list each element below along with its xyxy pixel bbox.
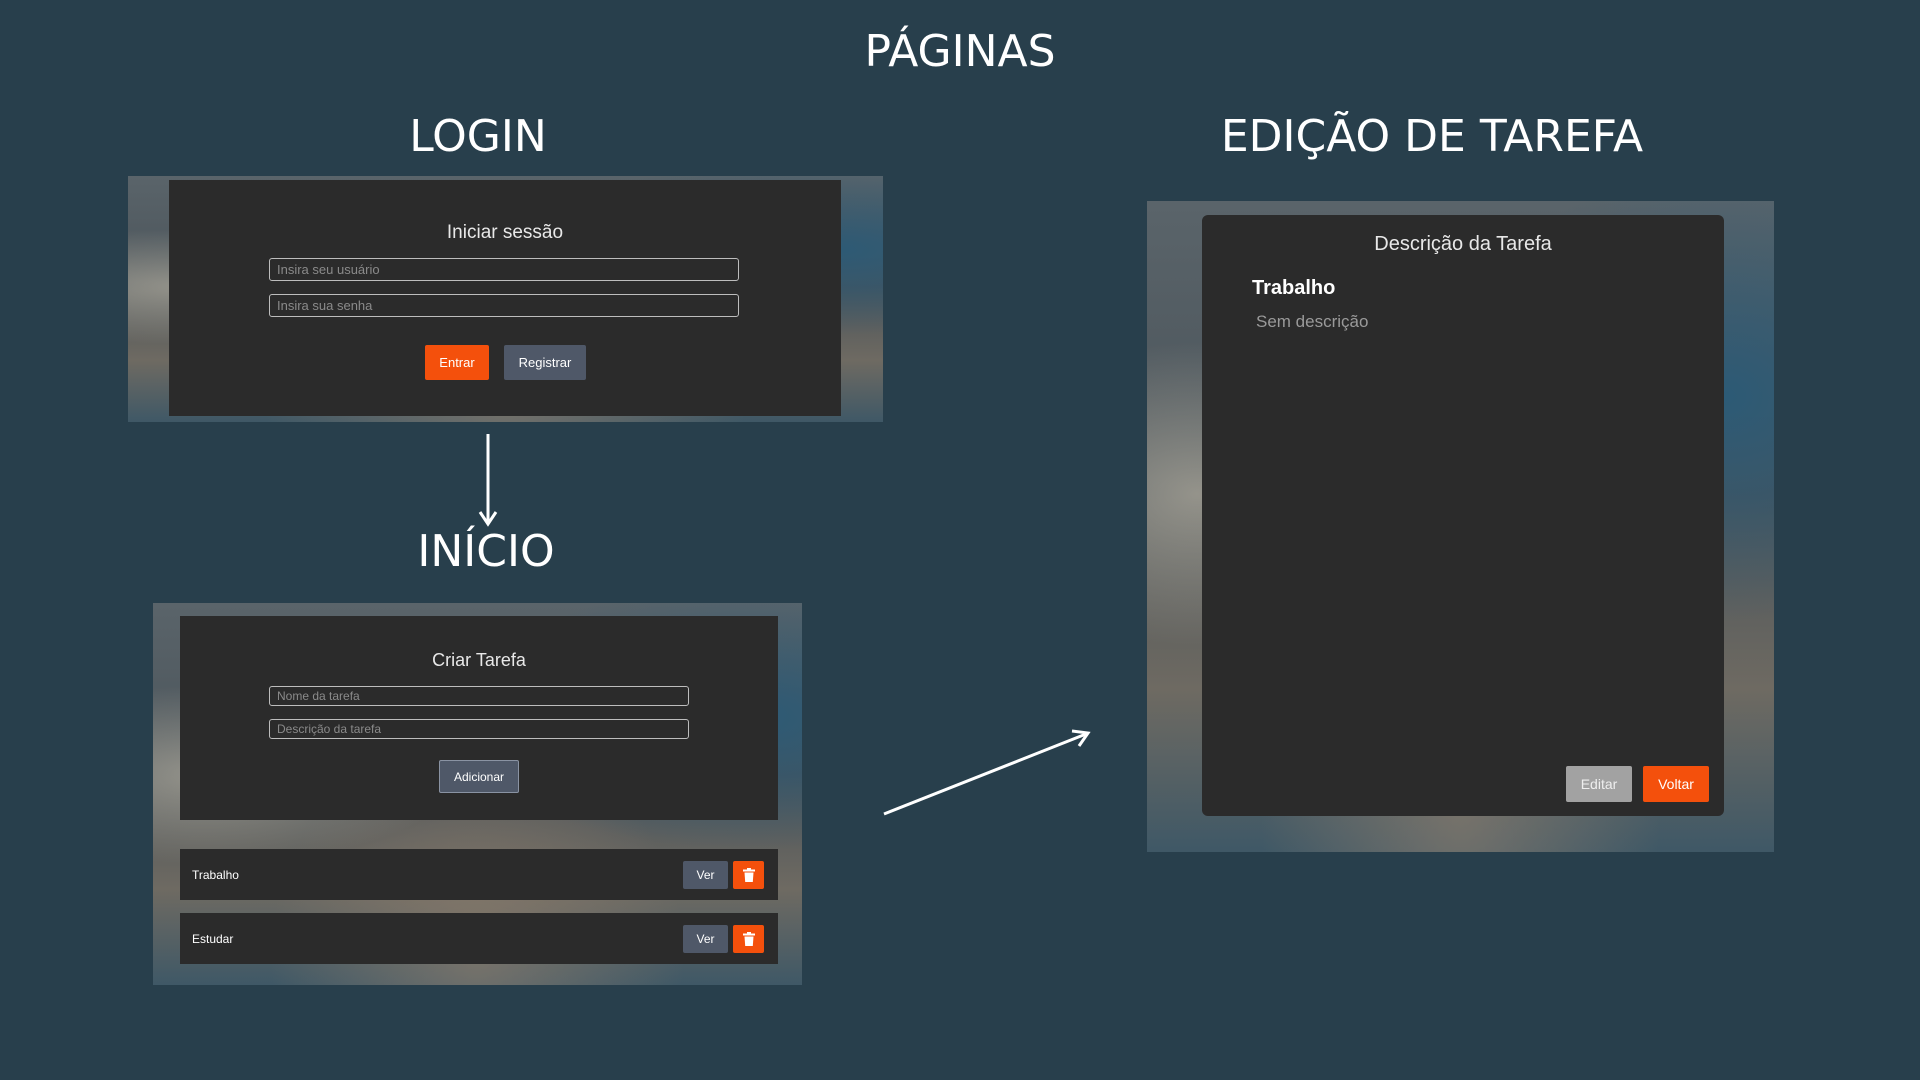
delete-task-button[interactable] bbox=[733, 861, 764, 889]
create-task-title: Criar Tarefa bbox=[432, 650, 526, 670]
pages-diagram: PÁGINAS LOGIN INÍCIO EDIÇÃO DE TAREFA In… bbox=[0, 0, 1920, 1080]
task-row-name: Estudar bbox=[192, 931, 234, 946]
home-screenshot: Criar Tarefa Nome da tarefa Descrição da… bbox=[153, 603, 802, 985]
password-input[interactable]: Insira sua senha bbox=[269, 294, 739, 317]
username-input[interactable]: Insira seu usuário bbox=[269, 258, 739, 281]
page-title: PÁGINAS bbox=[864, 26, 1056, 77]
task-description-text: Sem descrição bbox=[1256, 312, 1369, 331]
flow-arrow-diagonal bbox=[883, 729, 1091, 816]
delete-task-button[interactable] bbox=[733, 925, 764, 953]
task-title: Trabalho bbox=[1252, 277, 1336, 299]
add-task-button[interactable]: Adicionar bbox=[439, 760, 519, 793]
home-section-title: INÍCIO bbox=[417, 526, 555, 577]
task-name-input[interactable]: Nome da tarefa bbox=[269, 686, 689, 706]
login-card: Iniciar sessão Insira seu usuário Insira… bbox=[169, 180, 841, 416]
edit-screenshot: Descrição da Tarefa Trabalho Sem descriç… bbox=[1147, 201, 1774, 852]
view-task-button[interactable]: Ver bbox=[683, 861, 728, 889]
task-row: Estudar Ver bbox=[180, 913, 778, 964]
login-section-title: LOGIN bbox=[409, 111, 547, 162]
trash-icon bbox=[742, 932, 755, 946]
task-description-card: Descrição da Tarefa Trabalho Sem descriç… bbox=[1202, 215, 1724, 816]
task-row: Trabalho Ver bbox=[180, 849, 778, 900]
back-button[interactable]: Voltar bbox=[1643, 766, 1709, 802]
register-button[interactable]: Registrar bbox=[504, 345, 586, 380]
create-task-card: Criar Tarefa Nome da tarefa Descrição da… bbox=[180, 616, 778, 820]
login-screenshot: Iniciar sessão Insira seu usuário Insira… bbox=[128, 176, 883, 422]
edit-button[interactable]: Editar bbox=[1566, 766, 1632, 802]
view-task-button[interactable]: Ver bbox=[683, 925, 728, 953]
task-description-input[interactable]: Descrição da tarefa bbox=[269, 719, 689, 739]
task-description-title: Descrição da Tarefa bbox=[1374, 233, 1552, 255]
login-card-title: Iniciar sessão bbox=[446, 222, 564, 243]
enter-button[interactable]: Entrar bbox=[425, 345, 489, 380]
edit-section-title: EDIÇÃO DE TAREFA bbox=[1220, 111, 1644, 162]
flow-arrow-down bbox=[478, 434, 498, 527]
task-row-name: Trabalho bbox=[192, 867, 239, 882]
trash-icon bbox=[742, 868, 755, 882]
